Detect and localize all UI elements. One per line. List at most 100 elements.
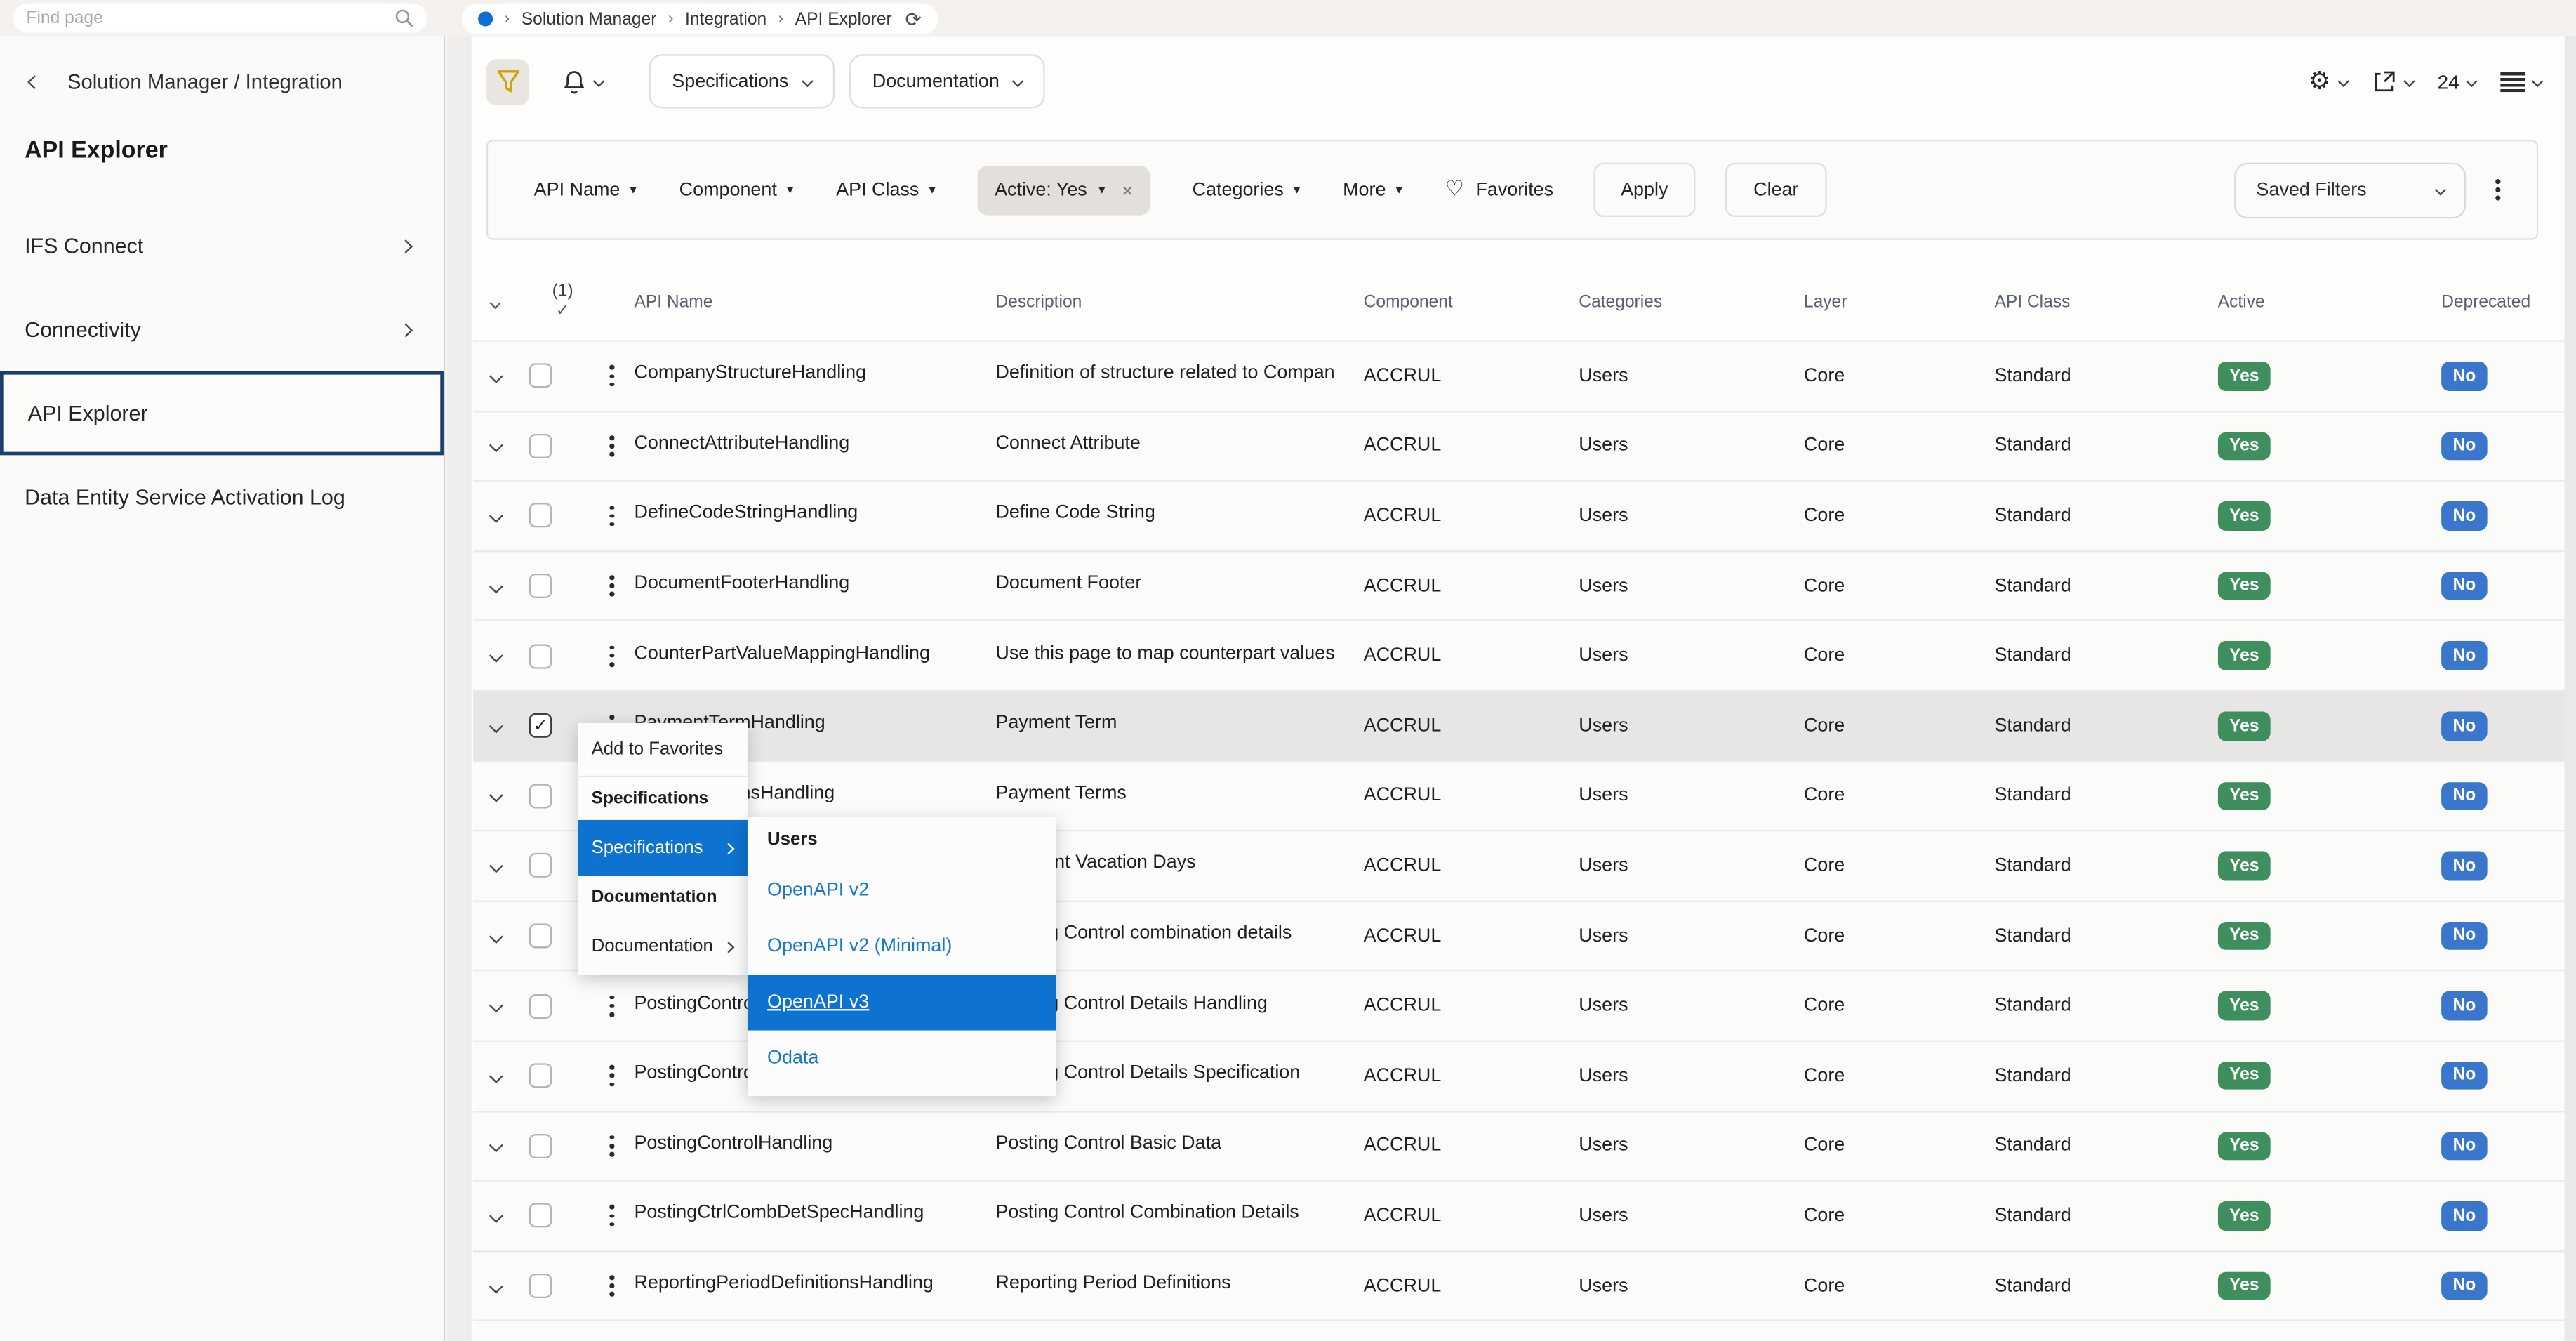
breadcrumb-item[interactable]: API Explorer — [795, 9, 892, 29]
filter-field-component[interactable]: Component▾ — [679, 180, 794, 199]
documentation-button[interactable]: Documentation — [849, 54, 1045, 108]
row-expander[interactable] — [473, 1136, 529, 1156]
sidebar-scrollbar[interactable] — [447, 36, 472, 1340]
row-actions-menu[interactable] — [597, 359, 635, 393]
table-row[interactable]: ✓PaymentTermHandlingPayment TermACCRULUs… — [473, 692, 2565, 762]
submenu-link-openapi-v2[interactable]: OpenAPI v2 — [748, 863, 1056, 919]
col-header-api-class[interactable]: API Class — [1994, 291, 2217, 311]
apply-button[interactable]: Apply — [1593, 163, 1696, 217]
submenu-link-openapi-v3[interactable]: OpenAPI v3 — [748, 975, 1056, 1031]
row-expander[interactable] — [473, 716, 529, 736]
col-header-component[interactable]: Component — [1364, 291, 1579, 311]
row-checkbox[interactable] — [529, 1134, 552, 1158]
row-expander[interactable] — [473, 576, 529, 596]
row-checkbox[interactable] — [529, 434, 552, 458]
row-expander[interactable] — [473, 436, 529, 456]
col-header-active[interactable]: Active — [2218, 291, 2441, 311]
menu-item-add-to-favorites[interactable]: Add to Favorites — [578, 723, 748, 777]
row-actions-menu[interactable] — [597, 429, 635, 463]
saved-filters-select[interactable]: Saved Filters — [2235, 162, 2467, 218]
vertical-scrollbar[interactable] — [2565, 36, 2576, 1340]
row-expander[interactable] — [473, 1276, 529, 1295]
row-checkbox[interactable] — [529, 784, 552, 808]
submenu-link-openapi-v2-minimal-[interactable]: OpenAPI v2 (Minimal) — [748, 918, 1056, 975]
col-header-layer[interactable]: Layer — [1804, 291, 1995, 311]
row-checkbox[interactable] — [529, 1274, 552, 1298]
collapse-all-control[interactable] — [473, 291, 529, 311]
sidebar-back[interactable]: Solution Manager / Integration — [0, 36, 444, 93]
row-expander[interactable] — [473, 926, 529, 946]
active-filter-chip[interactable]: Active: Yes ▾ × — [978, 165, 1150, 214]
row-checkbox[interactable] — [529, 854, 552, 878]
row-checkbox[interactable] — [529, 644, 552, 668]
col-header-categories[interactable]: Categories — [1579, 291, 1804, 311]
sidebar-item-api-explorer[interactable]: API Explorer — [0, 371, 444, 455]
settings-control[interactable]: ⚙ — [2309, 69, 2347, 93]
row-expander[interactable] — [473, 366, 529, 385]
row-expander[interactable] — [473, 1066, 529, 1085]
refresh-icon[interactable]: ⟳ — [905, 9, 922, 29]
filter-field-api-name[interactable]: API Name▾ — [534, 180, 637, 199]
col-header-description[interactable]: Description — [995, 291, 1363, 311]
menu-item-documentation[interactable]: Documentation — [578, 918, 748, 975]
row-actions-menu[interactable] — [597, 1269, 635, 1303]
row-expander[interactable] — [473, 996, 529, 1016]
remove-filter-icon[interactable]: × — [1122, 178, 1133, 202]
filter-toggle-button[interactable] — [486, 58, 529, 105]
row-checkbox[interactable] — [529, 1064, 552, 1088]
filter-field-categories[interactable]: Categories▾ — [1193, 180, 1301, 199]
table-row[interactable]: DocumentFooterHandlingDocument FooterACC… — [473, 552, 2565, 622]
submenu-link-odata[interactable]: Odata — [748, 1031, 1056, 1087]
row-checkbox[interactable] — [529, 364, 552, 388]
row-checkbox[interactable] — [529, 924, 552, 949]
table-row[interactable]: PostingControlHandlingPosting Control Ba… — [473, 1111, 2565, 1182]
row-expander[interactable] — [473, 856, 529, 876]
menu-item-specifications[interactable]: Specifications — [578, 820, 748, 876]
table-row[interactable]: DefineCodeStringHandlingDefine Code Stri… — [473, 482, 2565, 552]
table-row[interactable]: CompanyStructureHandlingDefinition of st… — [473, 342, 2565, 412]
row-actions-menu[interactable] — [597, 1129, 635, 1163]
find-page-search[interactable] — [13, 4, 427, 33]
row-density-control[interactable] — [2500, 72, 2542, 91]
clear-button[interactable]: Clear — [1725, 163, 1826, 217]
row-expander[interactable] — [473, 786, 529, 806]
favorites-filter[interactable]: ♡ Favorites — [1445, 179, 1553, 200]
specifications-button[interactable]: Specifications — [649, 54, 835, 108]
share-control[interactable] — [2372, 69, 2413, 93]
row-checkbox[interactable] — [529, 1203, 552, 1228]
row-actions-menu[interactable] — [597, 569, 635, 603]
row-expander[interactable] — [473, 506, 529, 526]
row-actions-menu[interactable] — [597, 498, 635, 533]
page-size-control[interactable]: 24 — [2438, 70, 2476, 93]
sidebar-item-ifs-connect[interactable]: IFS Connect — [0, 204, 444, 287]
breadcrumb-item[interactable]: Integration — [685, 9, 766, 29]
filter-field-more[interactable]: More▾ — [1343, 180, 1402, 199]
notifications-control[interactable] — [562, 68, 603, 94]
select-all-header[interactable]: (1) ✓ — [529, 281, 597, 323]
breadcrumb-collapse-icon[interactable]: › — [505, 10, 510, 28]
sidebar-item-data-entity-service-activation-log[interactable]: Data Entity Service Activation Log — [0, 455, 444, 539]
row-actions-menu[interactable] — [597, 1059, 635, 1093]
filter-field-api-class[interactable]: API Class▾ — [836, 180, 936, 199]
row-expander[interactable] — [473, 646, 529, 666]
row-actions-menu[interactable] — [597, 639, 635, 673]
table-row[interactable]: ConnectAttributeHandlingConnect Attribut… — [473, 412, 2565, 482]
col-header-deprecated[interactable]: Deprecated — [2441, 291, 2565, 311]
row-checkbox[interactable]: ✓ — [529, 713, 552, 738]
row-actions-menu[interactable] — [597, 1198, 635, 1233]
table-row[interactable]: PostingCtrlCombDetSpecHandlingPosting Co… — [473, 1182, 2565, 1252]
row-actions-menu[interactable] — [597, 1339, 635, 1341]
table-row[interactable]: ReportingPeriodDefinitionsHandlingReport… — [473, 1252, 2565, 1322]
table-row[interactable]: TaxCodesHandlingTax Codes HandlingACCRUL… — [473, 1322, 2565, 1341]
row-expander[interactable] — [473, 1206, 529, 1226]
row-checkbox[interactable] — [529, 993, 552, 1018]
row-checkbox[interactable] — [529, 503, 552, 528]
filter-more-menu[interactable] — [2483, 173, 2514, 207]
search-input[interactable] — [26, 8, 394, 28]
row-checkbox[interactable] — [529, 574, 552, 598]
sidebar-item-connectivity[interactable]: Connectivity — [0, 288, 444, 371]
table-row[interactable]: CounterPartValueMappingHandlingUse this … — [473, 622, 2565, 692]
breadcrumb-item[interactable]: Solution Manager — [522, 9, 657, 29]
row-actions-menu[interactable] — [597, 989, 635, 1023]
col-header-api-name[interactable]: API Name — [634, 291, 995, 311]
